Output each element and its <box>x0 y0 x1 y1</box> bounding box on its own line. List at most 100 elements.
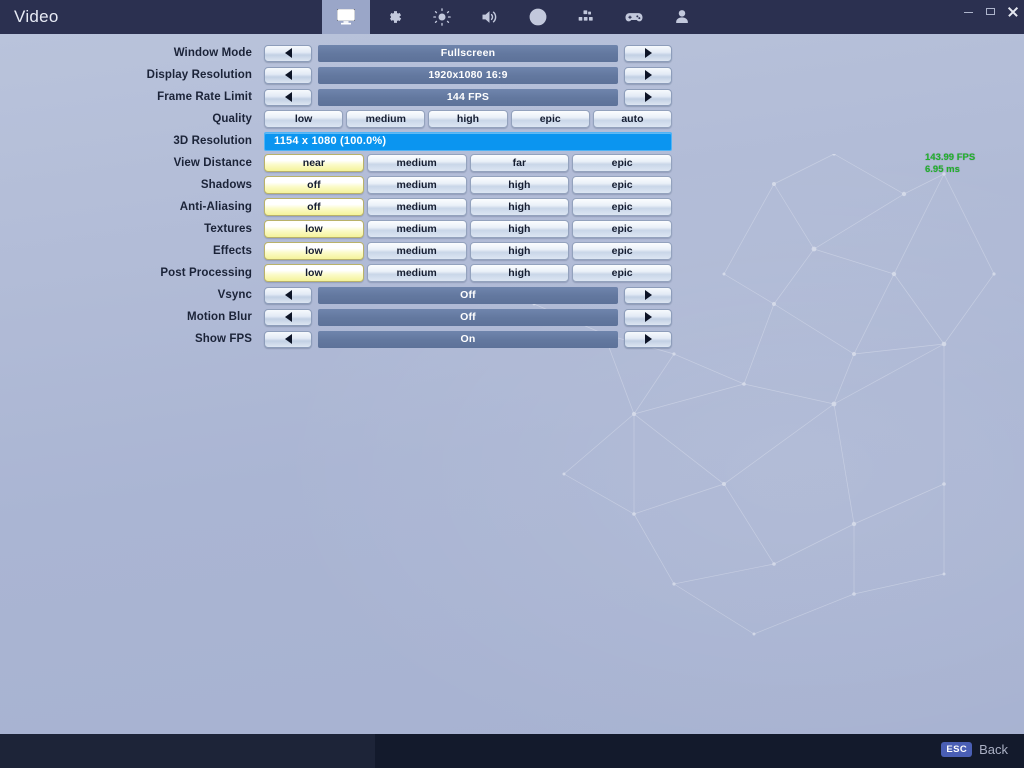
tab-accessibility[interactable] <box>514 0 562 34</box>
next-arrow-vsync[interactable] <box>624 286 672 304</box>
accessibility-icon <box>529 8 547 26</box>
option-quality-medium[interactable]: medium <box>346 110 426 128</box>
value-vsync[interactable]: Off <box>318 286 618 304</box>
tab-audio[interactable] <box>466 0 514 34</box>
option-view-distance-epic[interactable]: epic <box>572 154 672 172</box>
setting-row-show-fps: Show FPS On <box>0 328 700 350</box>
option-effects-medium[interactable]: medium <box>366 242 467 260</box>
option-textures-low[interactable]: low <box>264 220 364 238</box>
tab-game[interactable] <box>370 0 418 34</box>
game-background: Window Mode Fullscreen Display Resolution 1… <box>0 34 1024 734</box>
prev-arrow-vsync[interactable] <box>264 286 312 304</box>
option-quality-low[interactable]: low <box>264 110 344 128</box>
option-anti-aliasing-high[interactable]: high <box>469 198 570 216</box>
setting-row-window-mode: Window Mode Fullscreen <box>0 42 700 64</box>
setting-label-post-processing: Post Processing <box>160 267 252 279</box>
setting-row-view-distance: View Distance near medium far epic <box>0 152 700 174</box>
chevron-right-icon <box>644 48 652 58</box>
prev-arrow-motion-blur[interactable] <box>264 308 312 326</box>
next-arrow-window-mode[interactable] <box>624 44 672 62</box>
option-effects-high[interactable]: high <box>469 242 570 260</box>
prev-arrow-frame-rate-limit[interactable] <box>264 88 312 106</box>
option-view-distance-medium[interactable]: medium <box>366 154 467 172</box>
setting-control-quality: low medium high epic auto <box>264 110 673 129</box>
setting-label-quality: Quality <box>212 113 252 125</box>
option-quality-auto[interactable]: auto <box>592 110 673 128</box>
chevron-left-icon <box>284 312 292 322</box>
back-button[interactable]: ESC Back <box>941 742 1008 757</box>
option-post-processing-epic[interactable]: epic <box>572 264 672 282</box>
minimize-button[interactable] <box>963 6 974 17</box>
segmented-post-processing: low medium high epic <box>264 264 672 282</box>
option-post-processing-low[interactable]: low <box>264 264 364 282</box>
chevron-right-icon <box>644 290 652 300</box>
option-shadows-epic[interactable]: epic <box>572 176 672 194</box>
option-shadows-off[interactable]: off <box>264 176 364 194</box>
segmented-shadows: off medium high epic <box>264 176 672 194</box>
back-button-label: Back <box>979 742 1008 757</box>
setting-label-frame-rate-limit: Frame Rate Limit <box>157 91 252 103</box>
close-button[interactable] <box>1007 6 1018 17</box>
tab-input[interactable] <box>610 0 658 34</box>
prev-arrow-display-resolution[interactable] <box>264 66 312 84</box>
option-anti-aliasing-medium[interactable]: medium <box>366 198 467 216</box>
setting-row-textures: Textures low medium high epic <box>0 218 700 240</box>
value-show-fps[interactable]: On <box>318 330 618 348</box>
setting-control-view-distance: near medium far epic <box>264 154 672 173</box>
setting-label-textures: Textures <box>204 223 252 235</box>
option-textures-epic[interactable]: epic <box>572 220 672 238</box>
option-quality-epic[interactable]: epic <box>510 110 590 128</box>
option-post-processing-high[interactable]: high <box>469 264 570 282</box>
option-anti-aliasing-off[interactable]: off <box>264 198 364 216</box>
prev-arrow-show-fps[interactable] <box>264 330 312 348</box>
setting-label-view-distance: View Distance <box>173 157 252 169</box>
next-arrow-display-resolution[interactable] <box>624 66 672 84</box>
window-controls <box>963 0 1018 22</box>
option-anti-aliasing-epic[interactable]: epic <box>572 198 672 216</box>
chevron-right-icon <box>644 70 652 80</box>
option-textures-high[interactable]: high <box>469 220 570 238</box>
setting-control-effects: low medium high epic <box>264 242 672 261</box>
option-view-distance-near[interactable]: near <box>264 154 364 172</box>
next-arrow-motion-blur[interactable] <box>624 308 672 326</box>
chevron-left-icon <box>284 48 292 58</box>
segmented-effects: low medium high epic <box>264 242 672 260</box>
tab-brightness[interactable] <box>418 0 466 34</box>
setting-control-3d-resolution: 1154 x 1080 (100.0%) <box>264 131 672 151</box>
maximize-button[interactable] <box>985 6 996 17</box>
setting-row-3d-resolution: 3D Resolution 1154 x 1080 (100.0%) <box>0 130 700 152</box>
chevron-right-icon <box>644 312 652 322</box>
setting-row-motion-blur: Motion Blur Off <box>0 306 700 328</box>
setting-row-effects: Effects low medium high epic <box>0 240 700 262</box>
next-arrow-show-fps[interactable] <box>624 330 672 348</box>
setting-control-textures: low medium high epic <box>264 220 672 239</box>
option-effects-low[interactable]: low <box>264 242 364 260</box>
tab-game-modes[interactable] <box>562 0 610 34</box>
tab-video[interactable] <box>322 0 370 34</box>
value-frame-rate-limit[interactable]: 144 FPS <box>318 88 618 106</box>
value-display-resolution[interactable]: 1920x1080 16:9 <box>318 66 618 84</box>
segmented-anti-aliasing: off medium high epic <box>264 198 672 216</box>
prev-arrow-window-mode[interactable] <box>264 44 312 62</box>
title-bar: Video <box>0 0 1024 34</box>
value-window-mode[interactable]: Fullscreen <box>318 44 618 62</box>
chevron-left-icon <box>284 92 292 102</box>
value-motion-blur[interactable]: Off <box>318 308 618 326</box>
setting-label-effects: Effects <box>212 245 252 257</box>
next-arrow-frame-rate-limit[interactable] <box>624 88 672 106</box>
controller-icon <box>625 13 643 22</box>
tab-strip <box>322 0 706 34</box>
option-quality-high[interactable]: high <box>428 110 508 128</box>
chevron-left-icon <box>284 290 292 300</box>
option-shadows-high[interactable]: high <box>469 176 570 194</box>
modes-grid-icon <box>578 10 593 21</box>
tab-account[interactable] <box>658 0 706 34</box>
setting-label-shadows: Shadows <box>200 179 252 191</box>
option-view-distance-far[interactable]: far <box>469 154 570 172</box>
option-textures-medium[interactable]: medium <box>366 220 467 238</box>
option-shadows-medium[interactable]: medium <box>366 176 467 194</box>
option-effects-epic[interactable]: epic <box>572 242 672 260</box>
slider-3d-resolution[interactable]: 1154 x 1080 (100.0%) <box>264 131 672 151</box>
option-post-processing-medium[interactable]: medium <box>366 264 467 282</box>
setting-label-vsync: Vsync <box>217 289 252 301</box>
